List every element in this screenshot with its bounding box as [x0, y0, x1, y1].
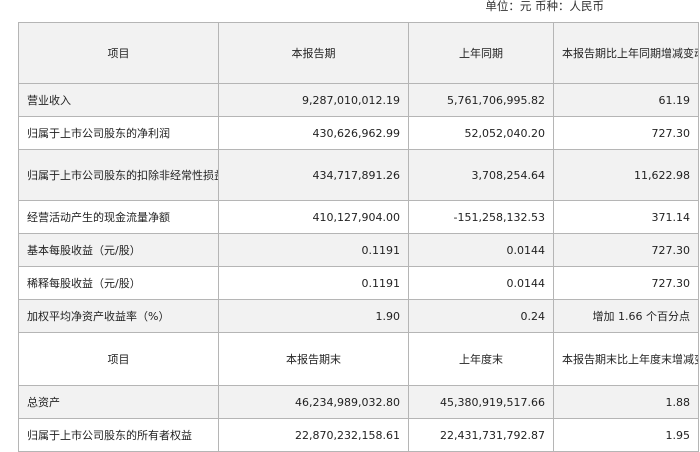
row-label: 总资产 [18, 385, 219, 419]
row-previous-value: 52,052,040.20 [408, 116, 554, 150]
row-change-value: 1.95 [553, 418, 699, 452]
row-current-value: 0.1191 [218, 233, 409, 267]
row-label: 经营活动产生的现金流量净额 [18, 200, 219, 234]
row-previous-value: 3,708,254.64 [408, 149, 554, 201]
row-current-value: 410,127,904.00 [218, 200, 409, 234]
row-previous-value: 0.0144 [408, 233, 554, 267]
row-change-value: 371.14 [553, 200, 699, 234]
table-row: 经营活动产生的现金流量净额 410,127,904.00 -151,258,13… [18, 200, 699, 234]
row-current-value: 434,717,891.26 [218, 149, 409, 201]
subheader-change-rate: 本报告期末比上年度末增减变动幅度(%) [553, 332, 699, 386]
header-change-rate: 本报告期比上年同期增减变动幅度(%) [553, 22, 699, 84]
subheader-item: 项目 [18, 332, 219, 386]
row-label: 营业收入 [18, 83, 219, 117]
table-row: 归属于上市公司股东的所有者权益 22,870,232,158.61 22,431… [18, 418, 699, 452]
table-row: 加权平均净资产收益率（%） 1.90 0.24 增加 1.66 个百分点 [18, 299, 699, 333]
row-change-value: 61.19 [553, 83, 699, 117]
row-change-value: 11,622.98 [553, 149, 699, 201]
row-label: 基本每股收益（元/股） [18, 233, 219, 267]
unit-currency-note: 单位：元 币种：人民币 [485, 0, 604, 13]
row-label: 加权平均净资产收益率（%） [18, 299, 219, 333]
row-change-value: 1.88 [553, 385, 699, 419]
row-label: 归属于上市公司股东的所有者权益 [18, 418, 219, 452]
table-row: 总资产 46,234,989,032.80 45,380,919,517.66 … [18, 385, 699, 419]
header-previous-period: 上年同期 [408, 22, 554, 84]
header-item: 项目 [18, 22, 219, 84]
row-change-value: 增加 1.66 个百分点 [553, 299, 699, 333]
table-row: 基本每股收益（元/股） 0.1191 0.0144 727.30 [18, 233, 699, 267]
header-current-period: 本报告期 [218, 22, 409, 84]
row-previous-value: 0.24 [408, 299, 554, 333]
table-header-row: 项目 本报告期 上年同期 本报告期比上年同期增减变动幅度(%) [18, 22, 699, 84]
table-row: 稀释每股收益（元/股） 0.1191 0.0144 727.30 [18, 266, 699, 300]
subheader-period-end: 本报告期末 [218, 332, 409, 386]
row-current-value: 0.1191 [218, 266, 409, 300]
row-current-value: 46,234,989,032.80 [218, 385, 409, 419]
row-previous-value: -151,258,132.53 [408, 200, 554, 234]
row-label: 归属于上市公司股东的净利润 [18, 116, 219, 150]
table-row: 归属于上市公司股东的净利润 430,626,962.99 52,052,040.… [18, 116, 699, 150]
row-previous-value: 0.0144 [408, 266, 554, 300]
subheader-previous-year-end: 上年度末 [408, 332, 554, 386]
row-current-value: 9,287,010,012.19 [218, 83, 409, 117]
row-label: 归属于上市公司股东的扣除非经常性损益的净利润 [18, 149, 219, 201]
table-row: 营业收入 9,287,010,012.19 5,761,706,995.82 6… [18, 83, 699, 117]
row-previous-value: 45,380,919,517.66 [408, 385, 554, 419]
row-current-value: 430,626,962.99 [218, 116, 409, 150]
table-row: 归属于上市公司股东的扣除非经常性损益的净利润 434,717,891.26 3,… [18, 149, 699, 201]
financial-summary-table: 项目 本报告期 上年同期 本报告期比上年同期增减变动幅度(%) 营业收入 9,2… [18, 22, 699, 452]
row-previous-value: 22,431,731,792.87 [408, 418, 554, 452]
row-change-value: 727.30 [553, 266, 699, 300]
row-label: 稀释每股收益（元/股） [18, 266, 219, 300]
row-current-value: 22,870,232,158.61 [218, 418, 409, 452]
row-change-value: 727.30 [553, 233, 699, 267]
row-current-value: 1.90 [218, 299, 409, 333]
row-change-value: 727.30 [553, 116, 699, 150]
table-subheader-row: 项目 本报告期末 上年度末 本报告期末比上年度末增减变动幅度(%) [18, 332, 699, 386]
row-previous-value: 5,761,706,995.82 [408, 83, 554, 117]
